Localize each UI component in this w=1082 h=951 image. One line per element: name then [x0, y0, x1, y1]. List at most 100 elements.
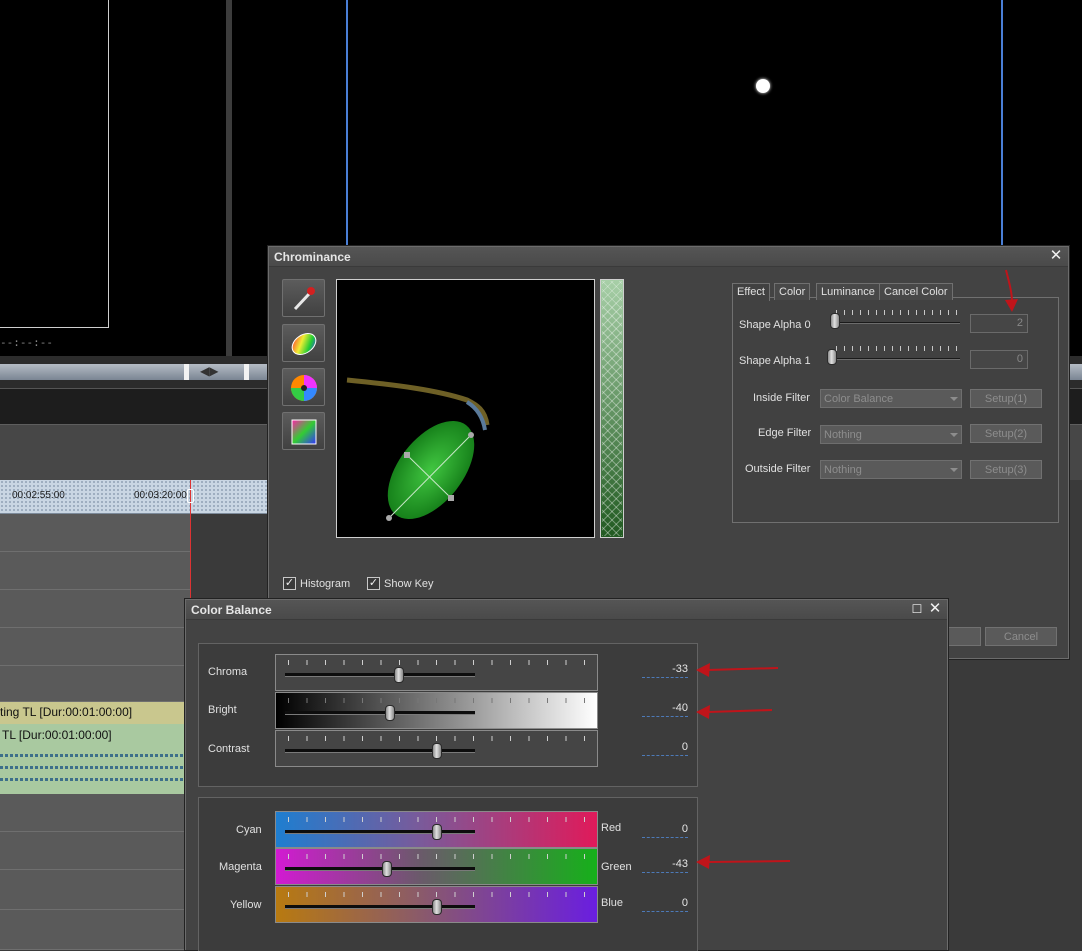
chrominance-titlebar[interactable]: Chrominance ✕ — [269, 247, 1068, 267]
checkbox-box[interactable]: ✓ — [367, 577, 380, 590]
slider-ticks — [288, 736, 585, 741]
timeline-track[interactable] — [0, 590, 190, 628]
audio-waveform — [0, 754, 187, 757]
yellow-blue-value[interactable]: 0 — [642, 897, 688, 912]
in-point-handle[interactable] — [184, 364, 189, 380]
timeline-track[interactable] — [0, 870, 190, 910]
setup-2-button[interactable]: Setup(2) — [970, 424, 1042, 443]
ellipse-key-button[interactable] — [282, 324, 325, 362]
setup-3-button[interactable]: Setup(3) — [970, 460, 1042, 479]
chroma-label: Chroma — [208, 666, 248, 678]
cyan-red-value[interactable]: 0 — [642, 823, 688, 838]
shape-alpha-0-slider[interactable] — [834, 322, 960, 324]
tab-color[interactable]: Color — [774, 283, 811, 300]
chroma-thumb[interactable] — [394, 667, 404, 683]
cancel-button[interactable]: Cancel — [985, 627, 1057, 646]
inside-filter-select[interactable]: Color Balance — [820, 389, 962, 408]
color-wheel-button[interactable] — [282, 368, 325, 406]
red-label: Red — [601, 822, 622, 834]
timeline-track[interactable] — [0, 628, 190, 666]
cyan-red-slider[interactable] — [275, 811, 598, 848]
setup-1-button[interactable]: Setup(1) — [970, 389, 1042, 408]
safe-area-guide — [346, 0, 1003, 246]
blue-label: Blue — [601, 897, 624, 909]
color-wheel-icon — [291, 375, 317, 401]
yellow-blue-slider[interactable] — [275, 886, 598, 923]
slider-track[interactable] — [285, 749, 475, 753]
timeline-track[interactable] — [0, 666, 190, 702]
rectangle-key-icon — [291, 419, 317, 445]
tab-effect[interactable]: Effect — [732, 283, 770, 301]
histogram-checkbox[interactable]: ✓ Histogram — [283, 577, 350, 590]
slider-track[interactable] — [285, 867, 475, 871]
out-point-handle[interactable] — [244, 364, 249, 380]
maximize-icon[interactable]: ☐ — [909, 601, 925, 617]
checkbox-box[interactable]: ✓ — [283, 577, 296, 590]
chevron-down-icon — [950, 468, 958, 472]
timeline-track[interactable] — [0, 832, 190, 870]
slider-ticks — [288, 660, 585, 665]
eyedropper-button[interactable] — [282, 279, 325, 317]
timeline-track[interactable] — [0, 514, 190, 552]
tab-cancel-color[interactable]: Cancel Color — [879, 283, 953, 300]
magenta-green-slider[interactable] — [275, 848, 598, 885]
sync-icon[interactable]: ◀▶ — [200, 364, 218, 378]
shape-alpha-1-value[interactable]: 0 — [970, 350, 1028, 369]
vectorscope-display[interactable] — [336, 279, 595, 538]
tab-luminance[interactable]: Luminance — [816, 283, 880, 300]
timeline-ruler[interactable]: 00:02:55:00 00:03:20:00 — [0, 480, 270, 514]
magenta-green-value[interactable]: -43 — [642, 858, 688, 873]
contrast-value[interactable]: 0 — [642, 741, 688, 756]
color-balance-dialog: Color Balance ☐ ✕ Chroma -33 Bright -40 … — [185, 599, 948, 951]
close-icon[interactable]: ✕ — [927, 601, 943, 617]
timeline-track[interactable] — [0, 910, 190, 950]
chrominance-dialog: Chrominance ✕ ✓ Histogram ✓ Show Key Eff… — [268, 246, 1069, 659]
bright-thumb[interactable] — [385, 705, 395, 721]
timeline-track[interactable] — [0, 552, 190, 590]
annotation-arrow-icon — [696, 705, 773, 719]
preview-light-dot — [756, 79, 770, 93]
edge-filter-select[interactable]: Nothing — [820, 425, 962, 444]
chroma-slider[interactable] — [275, 654, 598, 691]
contrast-slider[interactable] — [275, 730, 598, 767]
bright-value[interactable]: -40 — [642, 702, 688, 717]
playhead-knob[interactable] — [187, 489, 194, 503]
close-icon[interactable]: ✕ — [1048, 248, 1064, 264]
dialog-title: Color Balance — [191, 603, 272, 617]
annotation-arrow-icon — [696, 663, 779, 677]
audio-clip[interactable]: TL [Dur:00:01:00:00] — [0, 724, 187, 794]
rectangle-key-button[interactable] — [282, 412, 325, 450]
shape-alpha-1-thumb[interactable] — [827, 349, 837, 365]
show-key-checkbox[interactable]: ✓ Show Key — [367, 577, 434, 590]
shape-alpha-1-slider[interactable] — [834, 358, 960, 360]
contrast-label: Contrast — [208, 743, 250, 755]
shape-alpha-1-label: Shape Alpha 1 — [739, 355, 811, 367]
ellipse-key-icon — [291, 333, 317, 355]
color-balance-titlebar[interactable]: Color Balance ☐ ✕ — [186, 600, 947, 620]
edge-filter-label: Edge Filter — [758, 427, 812, 439]
video-clip[interactable]: ting TL [Dur:00:01:00:00] — [0, 702, 187, 724]
slider-track[interactable] — [285, 905, 475, 909]
slider-ticks — [288, 698, 585, 703]
cyan-red-thumb[interactable] — [432, 824, 442, 840]
slider-track[interactable] — [285, 711, 475, 715]
slider-track[interactable] — [285, 673, 475, 677]
yellow-label: Yellow — [230, 899, 262, 911]
audio-clip-label: TL [Dur:00:01:00:00] — [2, 728, 112, 742]
shape-alpha-0-thumb[interactable] — [830, 313, 840, 329]
shape-alpha-0-label: Shape Alpha 0 — [739, 319, 811, 331]
annotation-arrow-icon — [1005, 269, 1018, 312]
bright-slider[interactable] — [275, 692, 598, 729]
outside-filter-select[interactable]: Nothing — [820, 460, 962, 479]
magenta-label: Magenta — [219, 861, 262, 873]
eyedropper-icon — [293, 287, 315, 311]
timeline-track[interactable] — [0, 794, 190, 832]
chroma-value[interactable]: -33 — [642, 663, 688, 678]
magenta-green-thumb[interactable] — [382, 861, 392, 877]
yellow-blue-thumb[interactable] — [432, 899, 442, 915]
slider-track[interactable] — [285, 830, 475, 834]
contrast-thumb[interactable] — [432, 743, 442, 759]
ruler-tick: 00:03:20:00 — [134, 490, 187, 501]
slider-ticks — [836, 310, 960, 315]
shape-alpha-0-value[interactable]: 2 — [970, 314, 1028, 333]
